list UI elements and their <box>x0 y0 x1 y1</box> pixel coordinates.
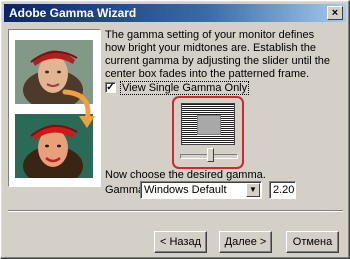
next-button[interactable]: Далее > <box>219 231 272 253</box>
gamma-slider-thumb[interactable] <box>206 148 214 162</box>
gamma-preset-select[interactable]: Windows Default ▼ <box>140 181 262 199</box>
gamma-preview-images <box>8 29 101 187</box>
gamma-description-text: The gamma setting of your monitor define… <box>105 29 331 80</box>
back-button[interactable]: < Назад <box>154 231 207 253</box>
view-single-gamma-label[interactable]: View Single Gamma Only <box>120 81 250 95</box>
title-bar[interactable]: Adobe Gamma Wizard × <box>4 4 346 22</box>
dropdown-arrow-icon[interactable]: ▼ <box>246 183 260 197</box>
choose-gamma-text: Now choose the desired gamma. <box>105 169 266 181</box>
curved-arrow-icon <box>62 89 95 128</box>
button-separator <box>8 210 343 212</box>
close-icon: × <box>331 7 339 19</box>
window-title: Adobe Gamma Wizard <box>9 6 137 20</box>
view-single-gamma-checkbox[interactable]: ✓ <box>105 82 116 93</box>
gamma-value-field[interactable]: 2.20 <box>269 181 296 199</box>
gamma-preset-value: Windows Default <box>144 184 227 196</box>
adobe-gamma-wizard-window: Adobe Gamma Wizard × The gamma setting o… <box>0 0 350 259</box>
cancel-button[interactable]: Отмена <box>286 231 339 253</box>
close-button[interactable]: × <box>327 6 343 20</box>
checkmark-icon: ✓ <box>106 82 115 93</box>
gamma-adjustment-area <box>172 96 244 169</box>
gamma-center-box <box>197 115 221 135</box>
gamma-patterned-frame <box>181 103 235 145</box>
